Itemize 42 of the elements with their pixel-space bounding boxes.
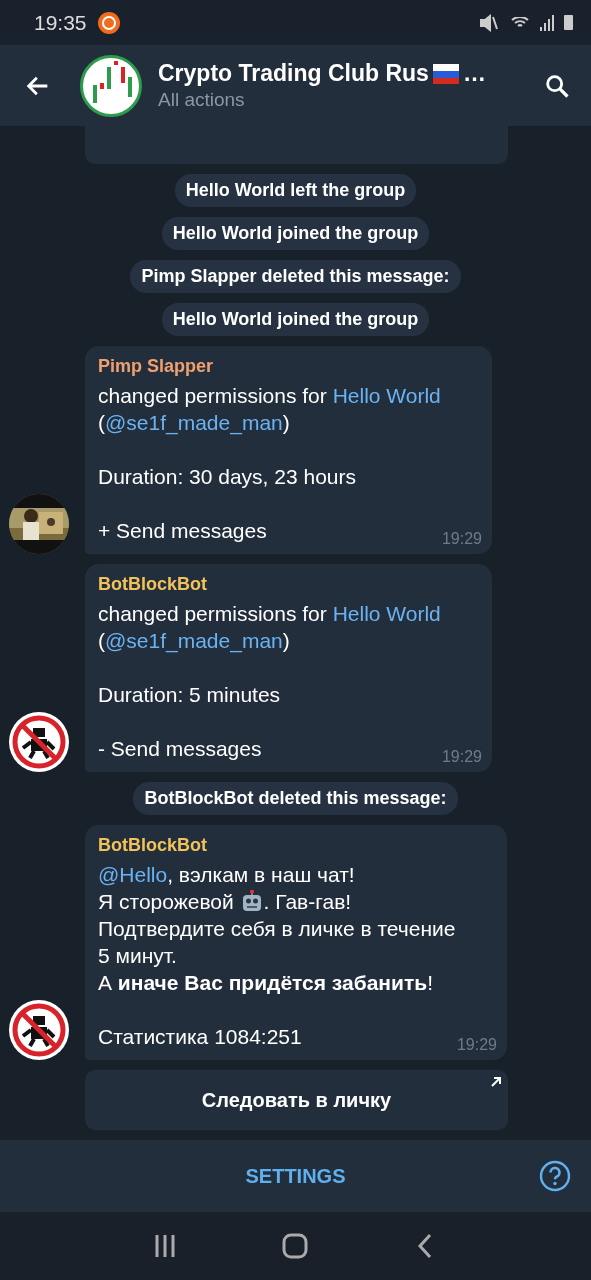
message-text: @Hello, вэлкам в наш чат! Я сторожевой . Гав-гав! Подтвердите себя в личке в течение 5 минут. А иначе Вас придётся забанить! <box>98 862 456 996</box>
mention-link[interactable]: @se1f_made_man <box>105 629 283 652</box>
service-message: Hello World joined the group <box>161 303 430 336</box>
service-message: BotBlockBot deleted this message: <box>133 782 458 815</box>
link-arrow-icon <box>490 1076 502 1088</box>
sender-name: Pimp Slapper <box>98 356 215 377</box>
mention-link[interactable]: Hello World <box>332 602 441 625</box>
home-icon[interactable] <box>282 1233 309 1259</box>
wifi-icon <box>510 16 530 29</box>
mention-link[interactable]: Hello World <box>332 384 441 407</box>
inline-button[interactable]: Следовать в личку <box>85 1070 508 1130</box>
message-time: 19:29 <box>441 530 482 548</box>
service-message: Pimp Slapper deleted this message: <box>130 260 461 293</box>
settings-button[interactable]: SETTINGS <box>245 1164 346 1188</box>
signal-icon <box>540 14 554 31</box>
group-avatar[interactable] <box>80 54 142 117</box>
title-ellipsis: … <box>462 60 486 87</box>
sender-name: BotBlockBot <box>98 835 208 856</box>
message-text: Статистика 1084:251 <box>98 1024 302 1050</box>
mention-link[interactable]: @Hello <box>98 863 168 886</box>
message-text: changed permissions for Hello World (@se1f_made_man) <box>98 383 441 436</box>
status-time: 19:35 <box>34 10 87 35</box>
message-text: + Send messages <box>98 518 267 544</box>
service-message: Hello World joined the group <box>161 217 430 250</box>
chat-subtitle: All actions <box>158 89 246 111</box>
no-robot-icon <box>9 712 69 772</box>
message-text: Duration: 5 minutes <box>98 682 281 708</box>
message-text: - Send messages <box>98 736 262 762</box>
app-notification-icon <box>96 10 121 35</box>
service-message: Hello World left the group <box>174 174 417 207</box>
mention-link[interactable]: @se1f_made_man <box>105 411 283 434</box>
message-time: 19:29 <box>441 748 482 766</box>
no-robot-icon <box>9 1000 69 1060</box>
mute-icon <box>480 13 500 32</box>
help-icon[interactable] <box>539 1160 571 1192</box>
flag-icon <box>432 63 459 84</box>
battery-icon <box>564 15 573 30</box>
message-time: 19:29 <box>456 1036 497 1054</box>
sender-name: BotBlockBot <box>98 574 208 595</box>
message-text: changed permissions for Hello World (@se1f_made_man) <box>98 601 441 654</box>
message-text: Duration: 30 days, 23 hours <box>98 464 356 490</box>
chat-title: Crypto Trading Club Rus <box>158 60 429 87</box>
